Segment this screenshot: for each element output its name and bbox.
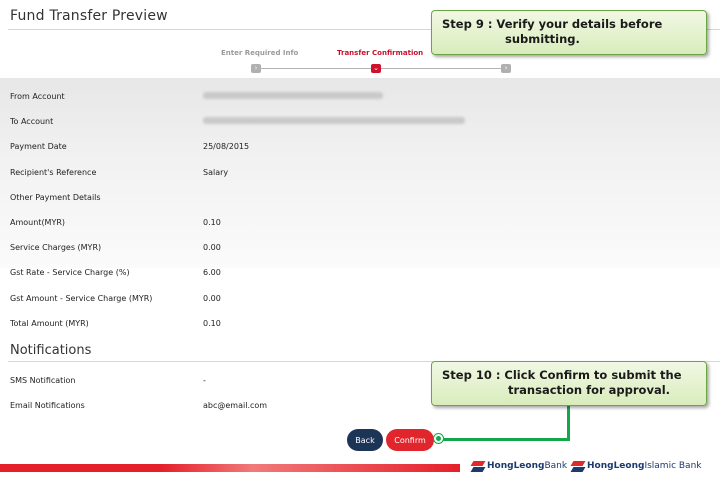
confirm-button[interactable]: Confirm xyxy=(386,429,434,451)
hong-leong-bank-logo: HongLeong Bank xyxy=(472,460,567,472)
to-account-value-redacted xyxy=(203,117,465,126)
detail-row-to-account: To Account xyxy=(0,109,720,134)
detail-row-gst-amount: Gst Amount - Service Charge (MYR) 0.00 xyxy=(10,293,221,303)
detail-row-payment-date: Payment Date 25/08/2015 xyxy=(10,142,250,152)
step-dot-done-icon: › xyxy=(251,64,261,73)
transfer-details: From Account To Account Payment Date 25/… xyxy=(0,84,720,336)
notifications-heading: Notifications xyxy=(10,343,92,358)
callout-connector-dot xyxy=(434,434,443,443)
step-dot-pending-icon: › xyxy=(501,64,511,73)
footer-brand-bar xyxy=(0,464,460,472)
page-title: Fund Transfer Preview xyxy=(10,8,168,24)
step-label-transfer-confirmation: Transfer Confirmation xyxy=(337,49,424,57)
step-dot-active-chevron-down-icon: ⌄ xyxy=(371,64,381,73)
detail-row-recipient-reference: Recipient's Reference Salary xyxy=(10,167,229,177)
callout-connector-horizontal xyxy=(438,438,570,441)
step-label-enter-info: Enter Required Info xyxy=(221,49,299,57)
detail-row-other-payment-details: Other Payment Details xyxy=(10,192,101,202)
back-button[interactable]: Back xyxy=(347,429,383,451)
detail-row-amount: Amount(MYR) 0.10 xyxy=(10,218,221,228)
detail-row-gst-rate: Gst Rate - Service Charge (%) 6.00 xyxy=(10,268,221,278)
detail-row-total-amount: Total Amount (MYR) 0.10 xyxy=(10,318,221,328)
callout-step-9: Step 9 : Verify your details before subm… xyxy=(431,10,707,55)
callout-connector-vertical xyxy=(567,405,570,441)
detail-row-from-account: From Account xyxy=(0,84,720,109)
hong-leong-islamic-logo-icon xyxy=(572,460,584,472)
callout-step-10: Step 10 : Click Confirm to submit the tr… xyxy=(431,361,707,406)
from-account-value-redacted xyxy=(203,92,383,101)
hong-leong-logo-icon xyxy=(472,460,484,472)
stepper-track xyxy=(256,68,506,69)
detail-row-service-charges: Service Charges (MYR) 0.00 xyxy=(10,243,221,253)
hong-leong-islamic-bank-logo: HongLeong Islamic Bank xyxy=(572,460,701,472)
